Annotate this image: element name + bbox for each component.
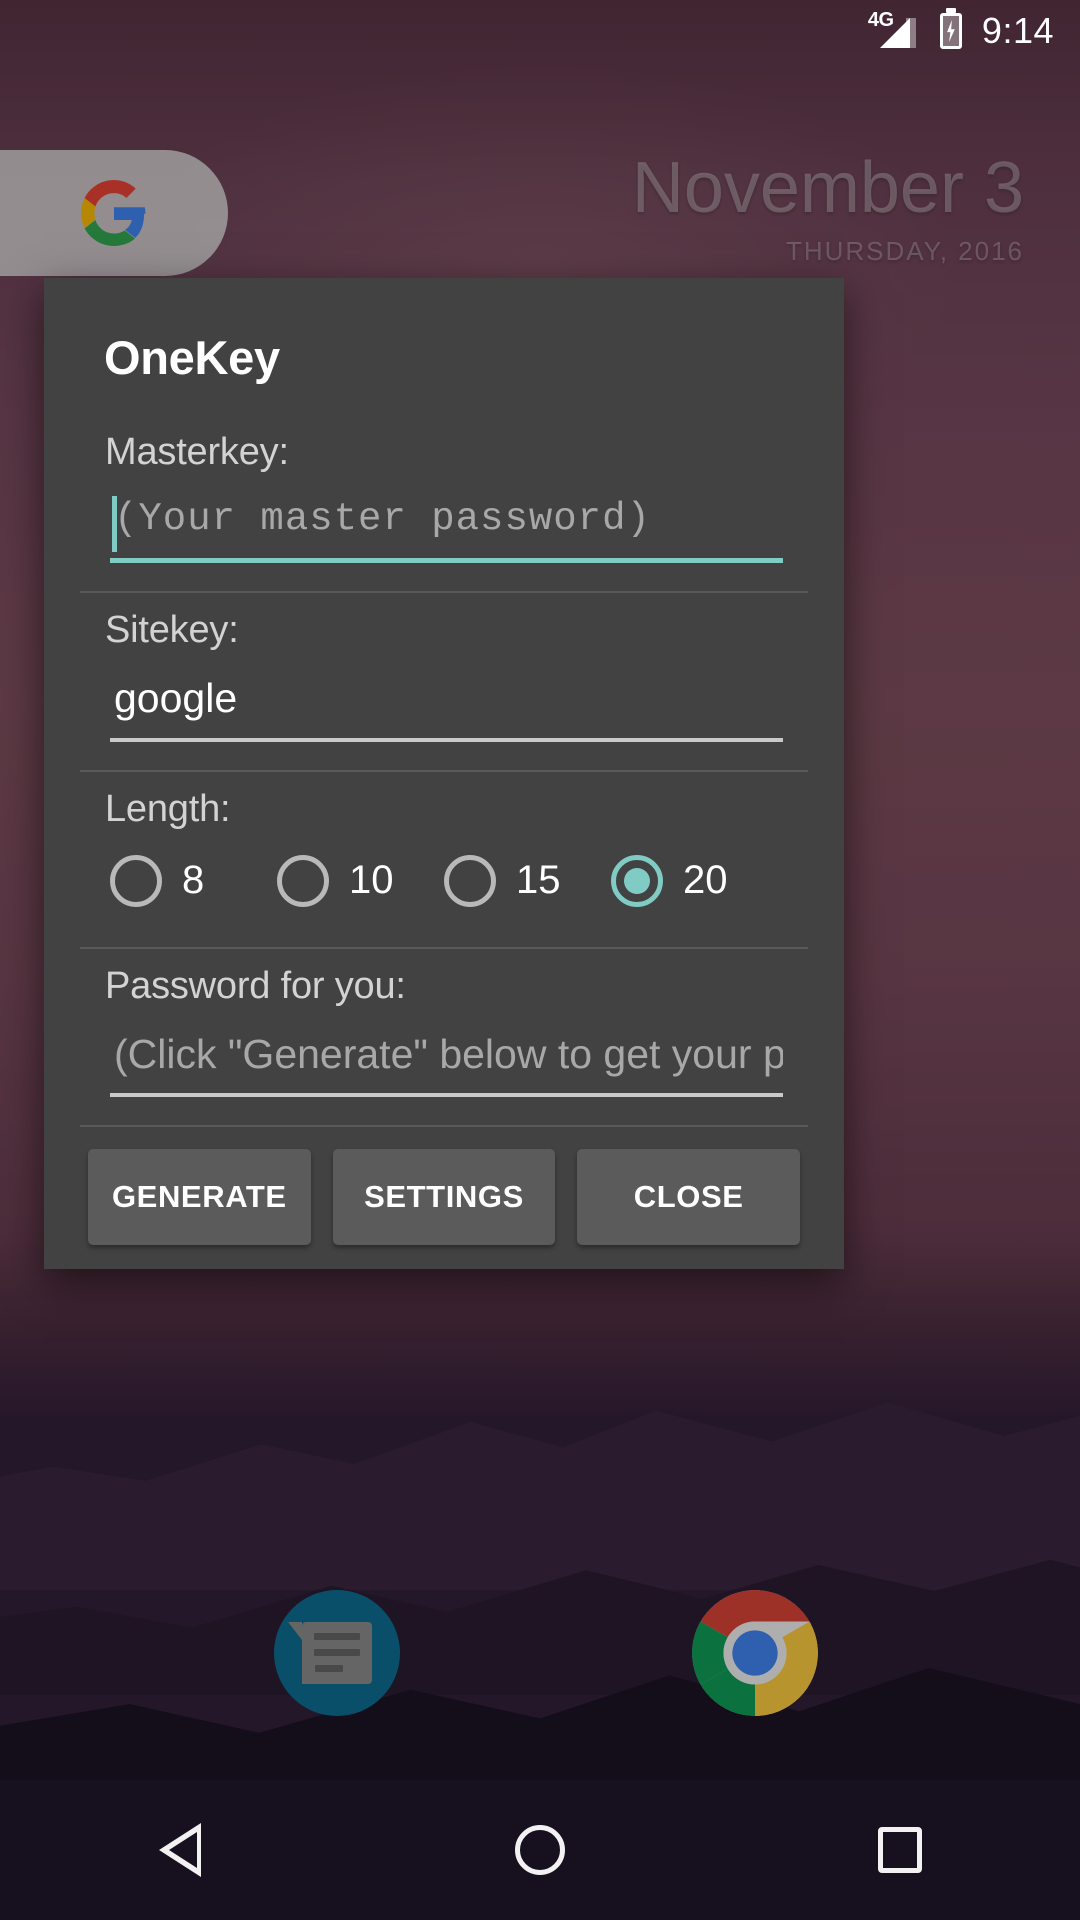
dialog-title: OneKey	[104, 331, 280, 384]
sitekey-value: google	[114, 674, 238, 721]
password-label: Password for you:	[105, 964, 406, 1007]
phone-screen: 4G 9:14 November 3 THURSDAY, 2016 OneKey…	[0, 0, 1080, 1920]
text-caret	[112, 496, 117, 552]
radio-button-icon	[444, 854, 496, 907]
nav-back-button[interactable]	[120, 1800, 240, 1900]
dialog-button-row: GENERATE SETTINGS CLOSE	[44, 1127, 844, 1246]
settings-button[interactable]: SETTINGS	[332, 1149, 556, 1246]
masterkey-label: Masterkey:	[105, 431, 289, 473]
length-field-block: Length: 8 10 15 20	[44, 772, 844, 925]
battery-charging-icon	[939, 13, 962, 49]
generate-button[interactable]: GENERATE	[88, 1149, 311, 1246]
length-option-8[interactable]: 8	[110, 854, 277, 907]
home-circle-icon	[515, 1825, 565, 1875]
password-underline	[110, 1093, 783, 1098]
masterkey-field-block: Masterkey: (Your master password)	[44, 415, 844, 569]
onekey-dialog: OneKey Masterkey: (Your master password)…	[44, 278, 844, 1270]
radio-button-icon	[277, 854, 329, 907]
recents-square-icon	[878, 1827, 922, 1873]
length-option-10[interactable]: 10	[277, 854, 444, 907]
masterkey-placeholder: (Your master password)	[114, 497, 651, 541]
nav-recents-button[interactable]	[840, 1800, 960, 1900]
password-field-block: Password for you: (Click "Generate" belo…	[44, 949, 844, 1104]
length-option-label: 8	[182, 858, 205, 903]
radio-button-icon	[110, 854, 162, 907]
sitekey-field-block: Sitekey: google	[44, 593, 844, 748]
length-option-label: 15	[516, 858, 561, 903]
radio-button-selected-icon	[611, 854, 663, 907]
status-icons: 4G 9:14	[868, 9, 1054, 52]
nav-home-button[interactable]	[480, 1800, 600, 1900]
navigation-bar	[0, 1780, 1080, 1920]
sitekey-input[interactable]: google	[110, 662, 783, 748]
length-option-label: 10	[349, 858, 394, 903]
password-placeholder: (Click "Generate" below to get your pa	[114, 1030, 783, 1077]
length-radio-group: 8 10 15 20	[80, 841, 778, 925]
network-type-label: 4G	[867, 9, 894, 31]
sitekey-underline	[110, 737, 783, 742]
length-option-label: 20	[683, 858, 728, 903]
length-label: Length:	[105, 787, 231, 830]
signal-bars-icon: 4G	[868, 9, 924, 51]
masterkey-underline	[110, 557, 783, 563]
masterkey-input[interactable]: (Your master password)	[110, 484, 783, 569]
sitekey-label: Sitekey:	[105, 608, 239, 651]
length-option-15[interactable]: 15	[444, 854, 611, 907]
status-clock: 9:14	[981, 10, 1054, 51]
close-button[interactable]: CLOSE	[577, 1149, 801, 1246]
status-bar: 4G 9:14	[0, 0, 1080, 62]
length-option-20[interactable]: 20	[611, 854, 778, 907]
password-output-input[interactable]: (Click "Generate" below to get your pa	[110, 1018, 783, 1104]
back-triangle-icon	[159, 1823, 201, 1877]
